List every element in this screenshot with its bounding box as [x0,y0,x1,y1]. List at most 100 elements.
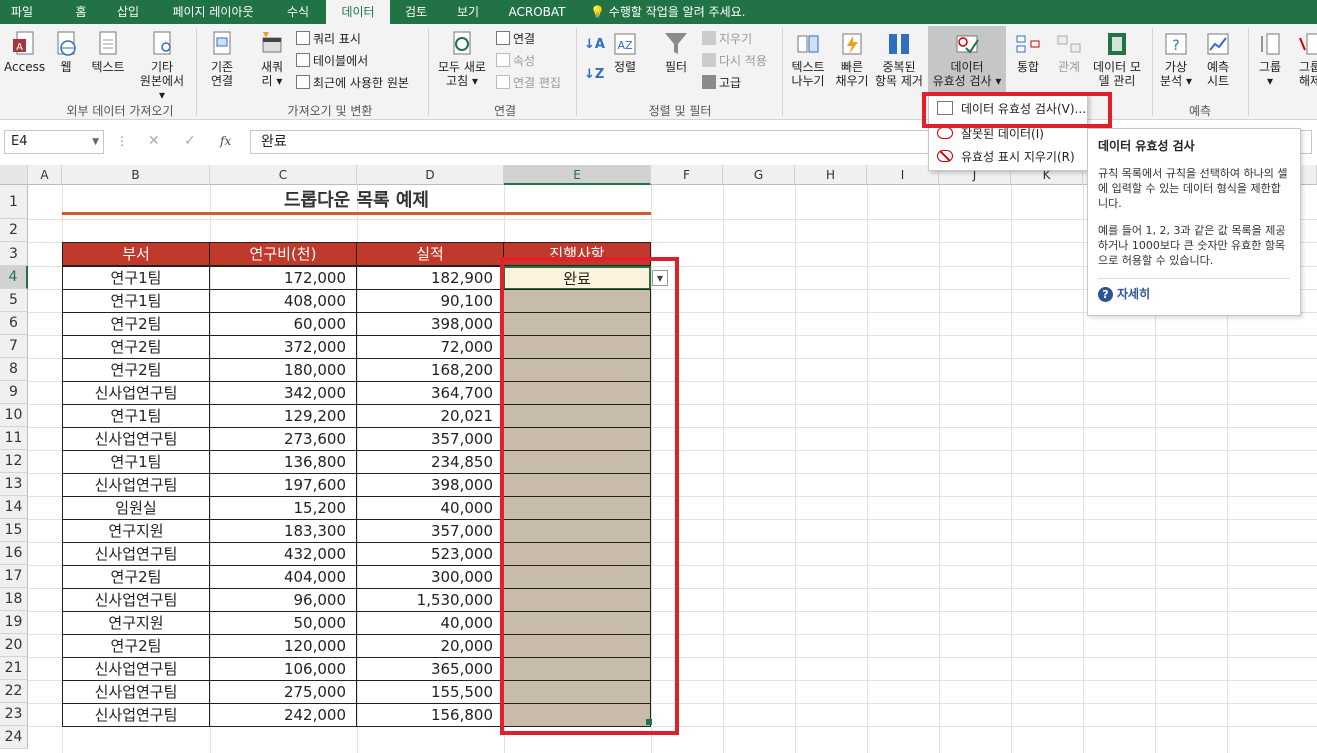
table-cell[interactable]: 96,000 [209,588,357,612]
row-header[interactable]: 5 [0,289,28,312]
column-header[interactable]: G [723,165,795,185]
table-cell[interactable]: 183,300 [209,519,357,543]
access-button[interactable]: A Access [4,30,45,74]
table-cell[interactable]: 156,800 [356,703,504,727]
sort-desc-icon[interactable]: ↓Z [584,66,604,84]
table-cell[interactable]: 398,000 [356,312,504,336]
table-cell[interactable]: 연구1팀 [62,289,210,313]
row-header[interactable]: 18 [0,588,28,611]
row-header[interactable]: 1 [0,185,28,219]
sort-asc-icon[interactable]: ↓A [584,36,605,54]
table-cell[interactable]: 신사업연구팀 [62,680,210,704]
table-cell[interactable]: 72,000 [356,335,504,359]
column-header[interactable]: C [210,165,357,185]
row-header[interactable]: 16 [0,542,28,565]
table-cell[interactable]: 273,600 [209,427,357,451]
table-cell[interactable]: 172,000 [209,266,357,290]
row-header[interactable]: 11 [0,427,28,450]
table-cell[interactable]: 357,000 [356,427,504,451]
table-cell[interactable]: 40,000 [356,611,504,635]
row-header[interactable]: 24 [0,726,28,749]
table-cell[interactable]: 155,500 [356,680,504,704]
existing-connections-button[interactable]: 기존 연결 [200,30,244,88]
table-cell[interactable]: 342,000 [209,381,357,405]
tell-me-more-link[interactable]: ? 자세히 [1098,278,1290,302]
filter-button[interactable]: 필터 [656,30,696,74]
tab-view[interactable]: 보기 [446,0,490,24]
row-header[interactable]: 3 [0,242,28,266]
name-box[interactable]: E4 ▼ [4,130,104,154]
row-header[interactable]: 21 [0,657,28,680]
text-import-button[interactable]: 텍스트 [86,30,130,74]
table-cell[interactable]: 90,100 [356,289,504,313]
table-cell[interactable]: 50,000 [209,611,357,635]
table-cell[interactable]: 연구2팀 [62,312,210,336]
table-cell[interactable]: 신사업연구팀 [62,703,210,727]
tab-home[interactable]: 홈 [64,0,98,24]
row-header[interactable]: 13 [0,473,28,496]
table-cell[interactable]: 임원실 [62,496,210,520]
row-header[interactable]: 20 [0,634,28,657]
what-if-analysis-button[interactable]: ? 가상 분석 ▾ [1156,30,1196,88]
clear-filter-button[interactable]: 지우기 [702,30,752,48]
table-cell[interactable]: 432,000 [209,542,357,566]
column-header[interactable]: D [357,165,504,185]
recent-sources-button[interactable]: 최근에 사용한 원본 [296,74,409,92]
row-header[interactable]: 7 [0,335,28,358]
table-cell[interactable]: 연구1팀 [62,266,210,290]
table-cell[interactable]: 20,021 [356,404,504,428]
forecast-sheet-button[interactable]: 예측 시트 [1198,30,1238,88]
table-cell[interactable]: 275,000 [209,680,357,704]
tell-me-box[interactable]: 💡 수행할 작업을 알려 주세요. [590,0,770,24]
column-header[interactable]: F [651,165,723,185]
edit-links-button[interactable]: 연결 편집 [496,74,561,92]
web-button[interactable]: 웹 [50,30,82,74]
other-sources-button[interactable]: 기타 원본에서 ▾ [138,30,186,102]
remove-duplicates-button[interactable]: 중복된 항목 제거 [872,30,926,88]
cancel-icon[interactable]: ✕ [148,133,160,149]
table-cell[interactable]: 신사업연구팀 [62,542,210,566]
table-cell[interactable]: 197,600 [209,473,357,497]
row-header[interactable]: 4 [0,266,28,289]
manage-data-model-button[interactable]: 데이터 모델 관리 [1088,30,1146,88]
connections-button[interactable]: 연결 [496,30,535,48]
table-cell[interactable]: 398,000 [356,473,504,497]
table-cell[interactable]: 연구1팀 [62,450,210,474]
table-cell[interactable]: 15,200 [209,496,357,520]
refresh-all-button[interactable]: 모두 새로 고침 ▾ [434,30,490,88]
enter-icon[interactable]: ✓ [184,133,196,149]
row-header[interactable]: 2 [0,219,28,242]
table-cell[interactable]: 연구2팀 [62,565,210,589]
tab-formulas[interactable]: 수식 [278,0,318,24]
table-cell[interactable]: 300,000 [356,565,504,589]
text-to-columns-button[interactable]: 텍스트 나누기 [786,30,830,88]
table-cell[interactable]: 357,000 [356,519,504,543]
table-cell[interactable]: 364,700 [356,381,504,405]
table-cell[interactable]: 연구1팀 [62,404,210,428]
sort-button[interactable]: AZ 정렬 [608,30,642,74]
table-cell[interactable]: 365,000 [356,657,504,681]
row-header[interactable]: 23 [0,703,28,726]
menu-item-clear-circles[interactable]: 유효성 표시 지우기(R) [929,146,1087,168]
table-cell[interactable]: 신사업연구팀 [62,657,210,681]
data-validation-button[interactable]: 데이터 유효성 검사 ▾ [928,26,1006,98]
column-header[interactable]: A [28,165,62,185]
table-cell[interactable]: 신사업연구팀 [62,427,210,451]
table-cell[interactable]: 연구2팀 [62,335,210,359]
row-header[interactable]: 22 [0,680,28,703]
insert-function-icon[interactable]: fx [220,134,231,148]
flash-fill-button[interactable]: 빠른 채우기 [832,30,872,88]
table-cell[interactable]: 404,000 [209,565,357,589]
advanced-filter-button[interactable]: 고급 [702,74,741,92]
row-header[interactable]: 15 [0,519,28,542]
table-cell[interactable]: 242,000 [209,703,357,727]
table-cell[interactable]: 연구지원 [62,611,210,635]
table-cell[interactable]: 신사업연구팀 [62,381,210,405]
tab-review[interactable]: 검토 [394,0,438,24]
row-header[interactable]: 17 [0,565,28,588]
consolidate-button[interactable]: 통합 [1010,30,1046,74]
row-header[interactable]: 9 [0,381,28,404]
select-all-corner[interactable] [0,165,28,185]
properties-button[interactable]: 속성 [496,52,535,70]
table-cell[interactable]: 연구2팀 [62,634,210,658]
